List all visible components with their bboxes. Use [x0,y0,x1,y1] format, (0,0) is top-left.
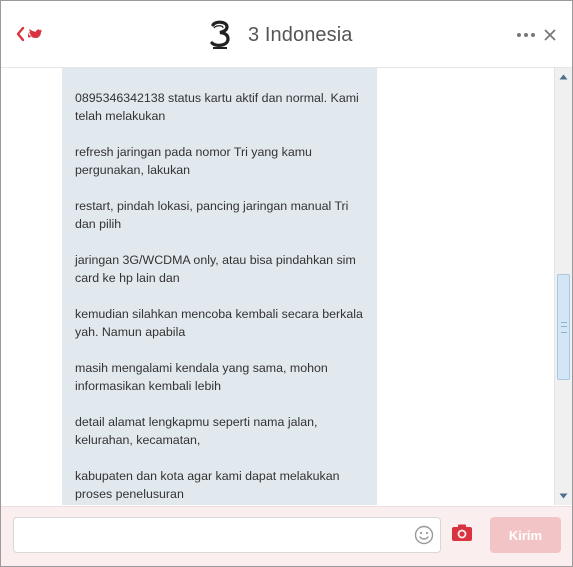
conversation-title: 3 Indonesia [248,23,353,46]
send-button[interactable]: Kirim [490,517,561,553]
conversation-title-area: 3 Indonesia [206,17,353,53]
back-chevron-icon [16,26,43,42]
close-button[interactable] [541,25,559,45]
camera-icon [452,524,472,541]
back-button[interactable] [15,23,45,45]
message-paragraph: kabupaten dan kota agar kami dapat melak… [75,469,340,501]
tri-logo [206,18,236,52]
scroll-up-arrow[interactable] [557,70,570,83]
close-icon [544,29,556,41]
emoji-icon [414,525,434,545]
arrow-down-icon [559,493,568,498]
message-input[interactable] [22,518,406,554]
message-paragraph: masih mengalami kendala yang sama, mohon… [75,361,328,393]
message-paragraph: 0895346342138 status kartu aktif dan nor… [75,91,359,123]
message-paragraph: kemudian silahkan mencoba kembali secara… [75,307,363,339]
message-paragraph: detail alamat lengkapmu seperti nama jal… [75,415,318,447]
message-paragraph: jaringan 3G/WCDMA only, atau bisa pindah… [75,253,356,285]
add-photo-button[interactable] [450,522,474,544]
arrow-up-icon [559,74,568,79]
composer-bar: Kirim [1,506,572,566]
tri-logo-icon [210,20,230,49]
dm-window: 3 Indonesia 0895346342138 status kartu a… [0,0,573,567]
scroll-thumb[interactable] [557,274,570,380]
conversation-header: 3 Indonesia [1,1,572,68]
scroll-down-arrow[interactable] [557,489,570,502]
message-thread: 0895346342138 status kartu aktif dan nor… [1,68,554,505]
message-composer [13,517,441,554]
twitter-bird-icon [28,29,43,38]
emoji-button[interactable] [414,525,434,545]
message-paragraph: restart, pindah lokasi, pancing jaringan… [75,199,349,231]
vertical-scrollbar[interactable] [554,68,572,505]
more-options-button[interactable] [515,25,537,45]
more-dots-icon [517,33,535,37]
grip-icon [561,322,567,333]
message-paragraph: refresh jaringan pada nomor Tri yang kam… [75,145,312,177]
